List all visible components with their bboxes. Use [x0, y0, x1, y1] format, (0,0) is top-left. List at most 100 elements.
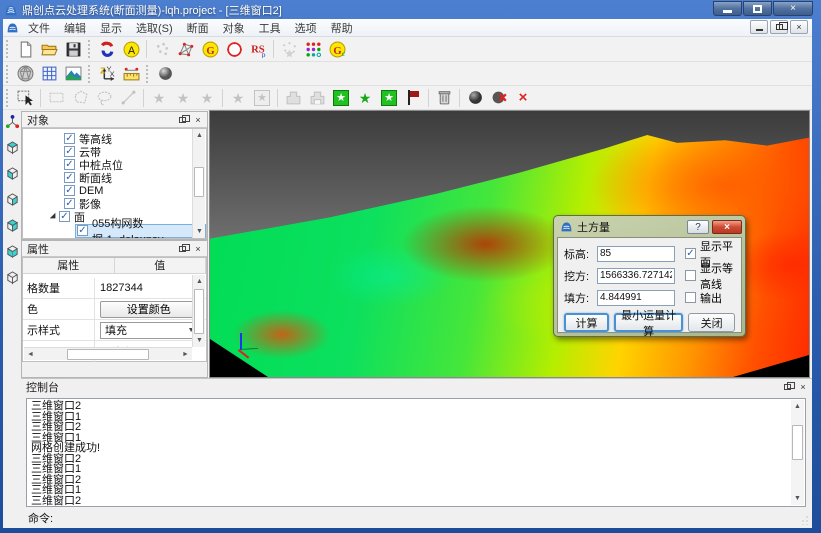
tree-item-stakes[interactable]: ✓中桩点位 [23, 158, 206, 171]
toolbar-grip[interactable] [88, 40, 91, 58]
rs-button[interactable]: RSp [246, 38, 270, 60]
cube-view-top-icon[interactable] [5, 140, 20, 155]
earthwork-dialog[interactable]: 土方量 ? × 标高: ✓显示平面 挖方: 显示等高线 填方: [553, 215, 746, 337]
min-haul-calc-button[interactable]: 最小运量计算 [614, 313, 683, 332]
image-button[interactable] [61, 63, 85, 85]
tree-expand-icon[interactable] [50, 212, 58, 220]
gc-button[interactable]: Gc [325, 38, 349, 60]
save-button[interactable] [61, 38, 85, 60]
cube-view-bottom-icon[interactable] [5, 244, 20, 259]
axes-button[interactable]: ZYX [95, 63, 119, 85]
menu-edit[interactable]: 编辑 [57, 19, 93, 37]
menu-help[interactable]: 帮助 [324, 19, 360, 37]
menu-select[interactable]: 选取(S) [129, 19, 180, 37]
keep-outside-button[interactable]: ★ [377, 87, 401, 109]
pointcloud-button[interactable] [150, 38, 174, 60]
scroll-left-icon[interactable]: ◄ [24, 348, 37, 361]
console-vscrollbar[interactable]: ▲ ▼ [791, 400, 804, 505]
checkbox[interactable]: ✓ [59, 211, 70, 222]
maximize-button[interactable] [743, 1, 772, 16]
objects-vscrollbar[interactable]: ▲ ▼ [192, 129, 205, 238]
cube-view-back-icon[interactable] [5, 218, 20, 233]
objects-close-button[interactable]: × [191, 113, 205, 126]
building-remove-button[interactable] [305, 87, 329, 109]
classify-button[interactable]: A [119, 38, 143, 60]
resize-grip[interactable] [800, 516, 809, 525]
select-all-button[interactable]: ★ [226, 87, 250, 109]
menu-section[interactable]: 断面 [180, 19, 216, 37]
flag-button[interactable] [401, 87, 425, 109]
scatter-button[interactable] [277, 38, 301, 60]
circle-select-button[interactable] [222, 38, 246, 60]
toolbar-grip[interactable] [6, 40, 9, 58]
polygon-select-button[interactable] [68, 87, 92, 109]
menu-display[interactable]: 显示 [93, 19, 129, 37]
scroll-thumb[interactable] [67, 349, 149, 360]
menu-file[interactable]: 文件 [21, 19, 57, 37]
scroll-down-icon[interactable]: ▼ [193, 225, 206, 238]
mesh-button[interactable] [174, 38, 198, 60]
open-button[interactable] [37, 38, 61, 60]
titlebar[interactable]: 鼎创点云处理系统(断面测量)-lqh.project - [三维窗口2] × [0, 0, 821, 19]
fill-volume-input[interactable] [597, 290, 675, 306]
menu-object[interactable]: 对象 [216, 19, 252, 37]
mdi-close-button[interactable]: × [790, 20, 808, 34]
objects-float-button[interactable] [175, 113, 189, 126]
scroll-right-icon[interactable]: ► [179, 348, 192, 361]
output-checkbox[interactable] [685, 292, 696, 303]
checkbox[interactable]: ✓ [77, 225, 88, 236]
dialog-close-button[interactable]: × [712, 220, 742, 234]
tree-item-delaunay[interactable]: ✓055构网数据-1_delaunay [23, 223, 206, 238]
tree-item-imagery[interactable]: ✓影像 [23, 197, 206, 210]
keep-inside-button[interactable]: ★ [329, 87, 353, 109]
checkbox[interactable]: ✓ [64, 198, 75, 209]
cube-view-side-icon[interactable] [5, 192, 20, 207]
checkbox[interactable]: ✓ [64, 172, 75, 183]
tree-item-dem[interactable]: ✓DEM [23, 184, 206, 197]
building-extract-button[interactable] [281, 87, 305, 109]
properties-hscrollbar[interactable]: ◄ ► [24, 347, 192, 360]
select-intersect-button[interactable]: ★ [195, 87, 219, 109]
display-style-dropdown[interactable]: 填充▼ [100, 322, 198, 339]
command-prompt-label[interactable]: 命令: [28, 510, 53, 526]
grid-button[interactable] [37, 63, 61, 85]
set-color-button[interactable]: 设置颜色 [100, 301, 198, 318]
tree-item-contour[interactable]: ✓等高线 [23, 132, 206, 145]
line-select-button[interactable] [116, 87, 140, 109]
checkbox[interactable]: ✓ [64, 185, 75, 196]
properties-panel-titlebar[interactable]: 属性 × [22, 241, 207, 257]
dialog-close-btn[interactable]: 关闭 [688, 313, 735, 332]
color-points-button[interactable] [301, 38, 325, 60]
checkbox[interactable]: ✓ [64, 146, 75, 157]
mdi-minimize-button[interactable] [750, 20, 768, 34]
clear-selection-button[interactable]: × [511, 87, 535, 109]
select-box-button[interactable]: ★ [250, 87, 274, 109]
tree-item-sectionline[interactable]: ✓断面线 [23, 171, 206, 184]
scroll-up-icon[interactable]: ▲ [791, 400, 804, 413]
mdi-restore-button[interactable] [770, 20, 788, 34]
checkbox[interactable]: ✓ [64, 159, 75, 170]
toolbar-grip[interactable] [146, 65, 149, 83]
cut-volume-input[interactable] [597, 268, 675, 284]
select-subtract-button[interactable]: ★ [171, 87, 195, 109]
objects-panel-titlebar[interactable]: 对象 × [22, 112, 207, 128]
grid-g-button[interactable]: G [198, 38, 222, 60]
properties-vscrollbar[interactable]: ▲ ▼ [192, 275, 205, 347]
calculate-button[interactable]: 计算 [564, 313, 609, 332]
lasso-select-button[interactable] [92, 87, 116, 109]
toolbar-grip[interactable] [88, 65, 91, 83]
registration-button[interactable] [95, 38, 119, 60]
new-button[interactable] [13, 38, 37, 60]
section-measure-button[interactable] [119, 63, 143, 85]
scroll-down-icon[interactable]: ▼ [791, 492, 804, 505]
show-contour-checkbox[interactable] [685, 270, 696, 281]
minimize-button[interactable] [713, 1, 742, 16]
scroll-thumb[interactable] [792, 425, 803, 460]
console-titlebar[interactable]: 控制台 × [21, 379, 812, 395]
ball-select-button[interactable] [463, 87, 487, 109]
menu-tools[interactable]: 工具 [252, 19, 288, 37]
toolbar-grip[interactable] [6, 65, 9, 83]
select-button[interactable] [13, 87, 37, 109]
console-float-button[interactable] [780, 380, 794, 393]
properties-close-button[interactable]: × [191, 242, 205, 255]
